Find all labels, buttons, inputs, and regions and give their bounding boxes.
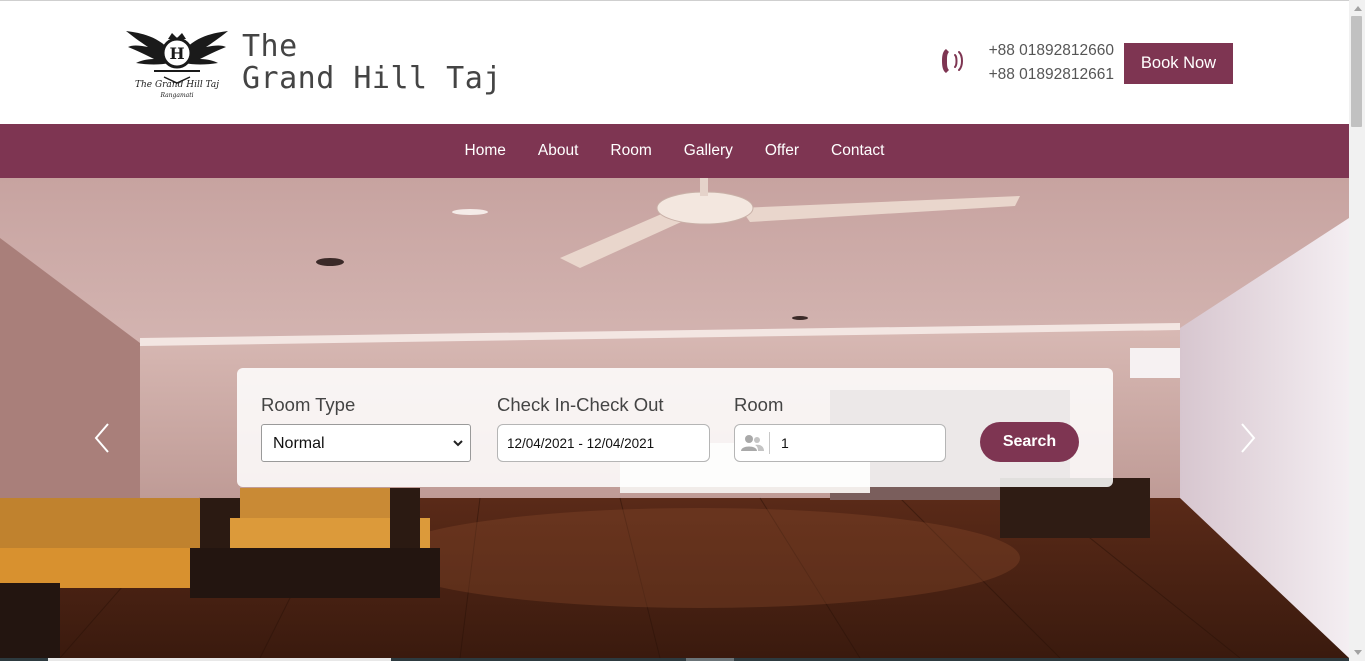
- dates-value: 12/04/2021 - 12/04/2021: [507, 436, 655, 451]
- nav-item-about[interactable]: About: [538, 142, 579, 160]
- logo-emblem-icon: H The Grand Hill Taj Rangamati: [126, 31, 228, 99]
- room-count-label: Room: [734, 394, 784, 415]
- site-header: H The Grand Hill Taj Rangamati The Grand…: [0, 1, 1349, 124]
- chevron-right-icon[interactable]: [1236, 418, 1260, 458]
- phone-number-1[interactable]: +88 01892812660: [974, 39, 1114, 63]
- phone-numbers: +88 01892812660 +88 01892812661: [974, 39, 1114, 87]
- scroll-down-icon[interactable]: [1353, 649, 1363, 657]
- book-now-button[interactable]: Book Now: [1124, 43, 1233, 84]
- room-type-label: Room Type: [261, 394, 356, 415]
- nav-item-home[interactable]: Home: [465, 142, 506, 160]
- svg-text:Rangamati: Rangamati: [159, 92, 193, 99]
- svg-text:The Grand Hill Taj: The Grand Hill Taj: [135, 80, 219, 90]
- nav-item-room[interactable]: Room: [610, 142, 651, 160]
- scrollbar-thumb[interactable]: [1351, 16, 1362, 127]
- hotel-name-line-2: Grand Hill Taj: [242, 61, 502, 96]
- hero-slider: Room Type Normal Check In-Check Out 12/0…: [0, 178, 1349, 658]
- room-type-value: Normal: [273, 435, 325, 452]
- room-count-value: 1: [781, 435, 789, 451]
- main-nav: Home About Room Gallery Offer Contact: [0, 124, 1349, 178]
- phone-number-2[interactable]: +88 01892812661: [974, 63, 1114, 87]
- hotel-name-line-1: The: [242, 29, 298, 64]
- search-button[interactable]: Search: [980, 422, 1079, 462]
- dates-label: Check In-Check Out: [497, 394, 664, 415]
- nav-item-gallery[interactable]: Gallery: [684, 142, 733, 160]
- scroll-up-icon[interactable]: [1353, 4, 1363, 12]
- hotel-name[interactable]: The Grand Hill Taj: [242, 31, 502, 95]
- svg-text:H: H: [169, 44, 184, 63]
- nav-item-contact[interactable]: Contact: [831, 142, 884, 160]
- check-in-check-out-input[interactable]: 12/04/2021 - 12/04/2021: [497, 424, 710, 462]
- people-icon: [741, 435, 764, 451]
- input-divider: [769, 432, 770, 454]
- chevron-down-icon: [453, 440, 463, 447]
- chevron-left-icon[interactable]: [90, 418, 114, 458]
- phone-ringing-icon: [942, 49, 963, 73]
- nav-item-offer[interactable]: Offer: [765, 142, 799, 160]
- booking-search-panel: Room Type Normal Check In-Check Out 12/0…: [237, 368, 1113, 487]
- hotel-logo[interactable]: H The Grand Hill Taj Rangamati: [124, 25, 230, 101]
- room-type-select[interactable]: Normal: [261, 424, 471, 462]
- room-count-input[interactable]: 1: [734, 424, 946, 462]
